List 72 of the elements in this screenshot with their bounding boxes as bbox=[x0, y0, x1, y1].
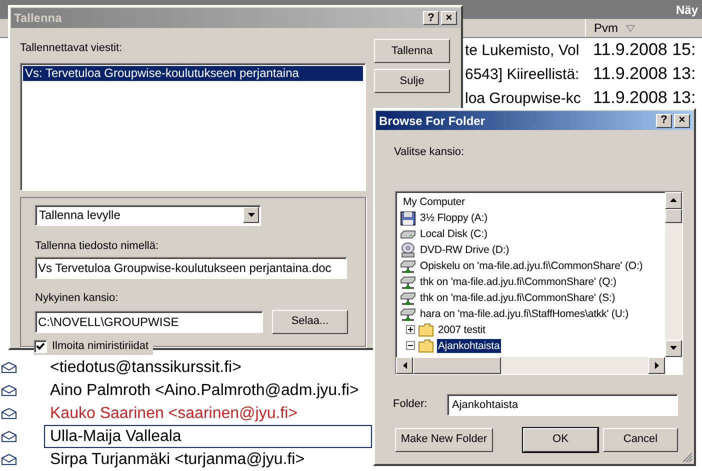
folder-icon bbox=[418, 322, 434, 336]
message-subject: te Lukemisto, Vol bbox=[465, 42, 580, 60]
scroll-down-arrow-icon bbox=[670, 346, 677, 350]
checkbox[interactable] bbox=[34, 340, 47, 353]
disc-drive-icon bbox=[400, 242, 416, 258]
message-sender[interactable]: Kauko Saarinen <saarinen@jyu.fi> bbox=[44, 402, 372, 425]
message-date: 11.9.2008 13: bbox=[592, 63, 696, 86]
dialog-button[interactable]: OK bbox=[523, 428, 598, 452]
field-label: Tallennettavat viestit: bbox=[20, 41, 124, 56]
title-bar-button[interactable]: ? bbox=[656, 114, 672, 128]
prompt-text: Valitse kansio: bbox=[393, 145, 466, 160]
message-date: 11.9.2008 13: bbox=[592, 87, 696, 110]
dialog-button[interactable]: Tallenna bbox=[374, 39, 450, 63]
message-sender[interactable]: <tiedotus@tanssikurssit.fi> bbox=[44, 356, 372, 379]
envelope-icon bbox=[1, 431, 17, 442]
network-drive-icon bbox=[400, 258, 416, 274]
scroll-right-arrow-icon bbox=[654, 362, 658, 368]
tree-item[interactable]: thk on 'ma-file.ad.jyu.fi\CommonShare' (S:) bbox=[419, 290, 616, 304]
envelope-icon bbox=[1, 362, 17, 373]
message-sender[interactable]: Ulla-Maija Valleala bbox=[44, 425, 372, 448]
folder-name-field[interactable]: Ajankohtaista bbox=[447, 394, 678, 416]
field-label: Tallenna tiedosto nimellä: bbox=[35, 238, 160, 254]
message-sender[interactable]: Aino Palmroth <Aino.Palmroth@adm.jyu.fi> bbox=[44, 379, 372, 402]
dialog-title: Browse For Folder bbox=[379, 112, 486, 130]
message-subject: loa Groupwise-kc bbox=[465, 90, 581, 108]
tree-item[interactable]: 3½ Floppy (A:) bbox=[419, 210, 488, 224]
envelope-icon bbox=[1, 385, 17, 396]
tree-item[interactable]: My Computer bbox=[402, 194, 466, 208]
field-label: Folder: bbox=[393, 397, 428, 412]
resize-grip-icon bbox=[682, 452, 693, 463]
tree-item[interactable]: Ajankohtaista bbox=[437, 338, 501, 352]
envelope-icon bbox=[1, 408, 17, 419]
message-subject: 6543] Kiireellistä: bbox=[465, 66, 580, 84]
column-label: Pvm bbox=[594, 20, 618, 37]
title-bar-button[interactable]: × bbox=[674, 114, 690, 128]
tree-item[interactable]: DVD-RW Drive (D:) bbox=[419, 242, 510, 256]
scrollbar-thumb[interactable] bbox=[413, 356, 501, 374]
tree-item[interactable]: thk on 'ma-file.ad.jyu.fi\CommonShare' (Q:) bbox=[419, 274, 618, 288]
folder-field[interactable]: C:\NOVELL\GROUPWISE bbox=[35, 310, 263, 332]
vertical-scrollbar[interactable] bbox=[665, 192, 682, 356]
message-date: 11.9.2008 15: bbox=[592, 39, 696, 62]
column-header[interactable]: Pvm bbox=[585, 19, 702, 37]
dropdown-arrow-icon bbox=[248, 213, 254, 217]
tree-item[interactable]: 2007 testit bbox=[437, 322, 486, 336]
field-label: Nykyinen kansio: bbox=[35, 291, 120, 306]
scroll-up-arrow-icon bbox=[670, 198, 677, 202]
title-bar-button[interactable]: × bbox=[441, 11, 457, 25]
tree-item[interactable]: Local Disk (C:) bbox=[419, 226, 488, 240]
network-drive-icon bbox=[400, 306, 416, 322]
tree-item[interactable]: hara on 'ma-file.ad.jyu.fi\StaffHomes\atkk' (U:) bbox=[419, 306, 630, 320]
filename-field[interactable]: Vs Tervetuloa Groupwise-koulutukseen perjantaina.doc bbox=[35, 257, 347, 279]
expand-icon[interactable] bbox=[406, 325, 415, 334]
title-bar-button[interactable]: ? bbox=[423, 11, 439, 25]
network-drive-icon bbox=[400, 274, 416, 290]
list-item[interactable]: Vs: Tervetuloa Groupwise-koulutukseen perjantaina bbox=[23, 66, 363, 80]
horizontal-scrollbar[interactable] bbox=[396, 356, 665, 374]
message-sender[interactable]: Sirpa Turjanmäki <turjanma@jyu.fi> bbox=[44, 448, 372, 471]
scrollbar-thumb[interactable] bbox=[665, 208, 682, 222]
folder-icon bbox=[418, 338, 434, 352]
window-title: Näy bbox=[676, 2, 698, 18]
dialog-button[interactable]: Make New Folder bbox=[395, 428, 493, 452]
checkmark-icon bbox=[36, 342, 45, 350]
dialog-title: Tallenna bbox=[14, 10, 62, 27]
tree-item[interactable]: Opiskelu on 'ma-file.ad.jyu.fi\CommonShare' (O:) bbox=[419, 258, 644, 272]
scroll-left-arrow-icon bbox=[402, 362, 406, 368]
dialog-button[interactable]: Sulje bbox=[374, 69, 450, 93]
dialog-button[interactable]: Cancel bbox=[603, 428, 678, 452]
envelope-icon bbox=[1, 454, 17, 465]
collapse-icon[interactable] bbox=[406, 341, 415, 350]
network-drive-icon bbox=[400, 290, 416, 306]
dialog-button[interactable]: Selaa... bbox=[272, 310, 348, 334]
dropdown[interactable]: Tallenna levylle bbox=[35, 204, 261, 226]
